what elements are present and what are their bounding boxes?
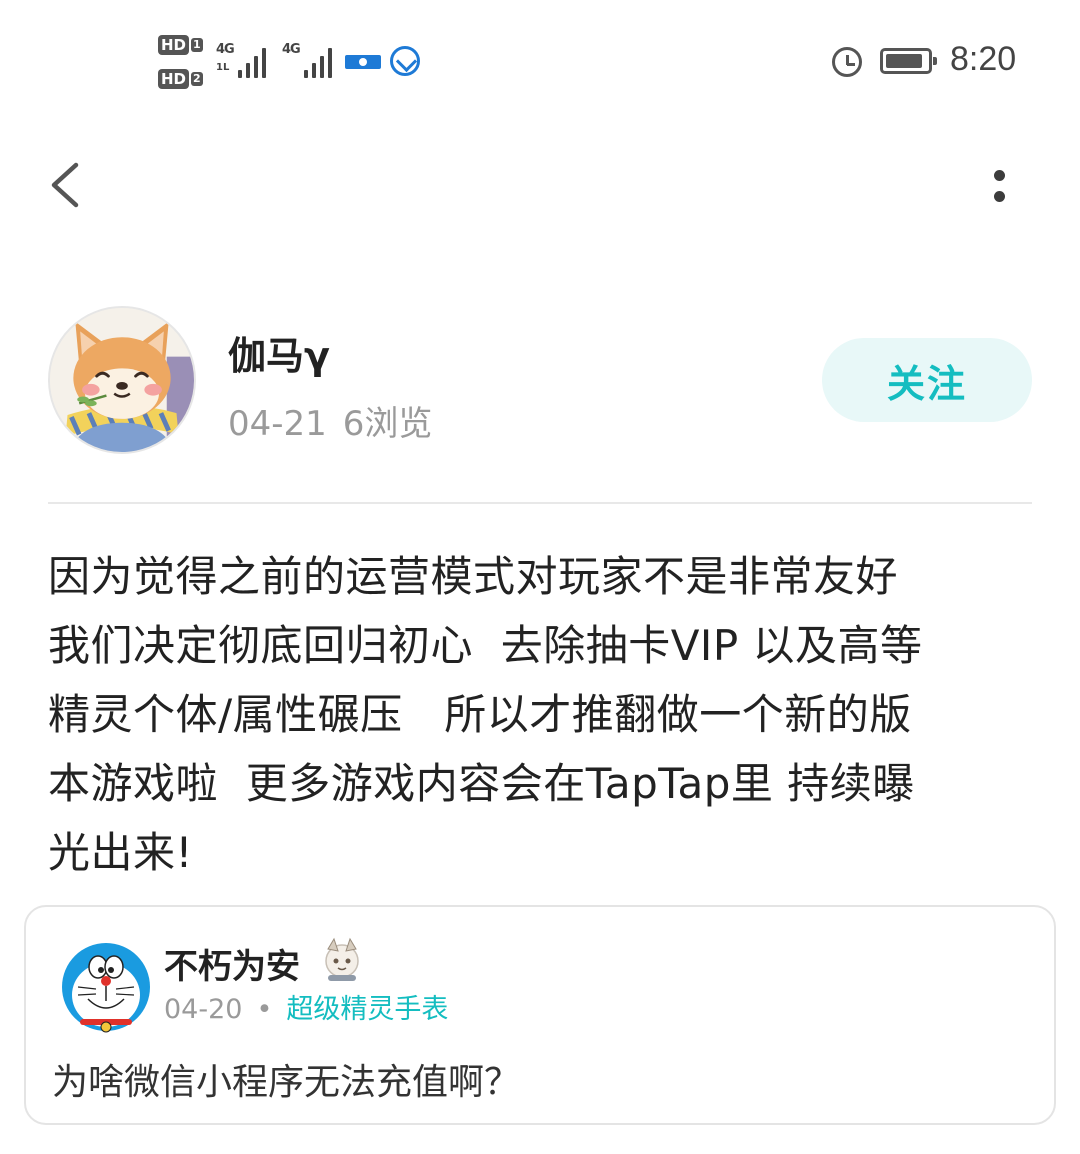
hd-sim1-number: 1: [191, 38, 203, 52]
more-vertical-icon: [994, 170, 1005, 181]
back-button[interactable]: [40, 155, 100, 215]
comment-text: 为啥微信小程序无法充值啊？: [52, 1062, 521, 1103]
commenter-name[interactable]: 不朽为安: [164, 939, 300, 988]
more-options-button[interactable]: [980, 160, 1020, 216]
follow-button[interactable]: 关注: [822, 338, 1032, 422]
header-divider: [48, 502, 1032, 504]
author-avatar[interactable]: [48, 306, 196, 454]
doraemon-avatar-image: [56, 937, 156, 1037]
alarm-icon: [832, 47, 862, 77]
sync-icon: [390, 46, 420, 76]
post-meta: 04-21 6浏览: [228, 396, 432, 445]
network-type-sim2: 4G: [282, 42, 301, 57]
hd-sim2-icon: HD 2: [158, 68, 203, 90]
commenter-avatar[interactable]: [56, 937, 156, 1037]
author-name[interactable]: 伽马γ: [228, 325, 330, 380]
signal-sim2-icon: 4G: [282, 40, 342, 80]
hd-voice-indicators: HD 1 HD 2: [158, 34, 206, 92]
hd-sim2-label: HD: [158, 69, 190, 89]
status-bar: HD 1 HD 2 4G 1L 4G 8:20: [0, 0, 1080, 120]
meta-separator: •: [256, 994, 273, 1025]
shiba-avatar-image: [50, 308, 194, 452]
post-date: 04-21: [228, 404, 327, 444]
chevron-left-icon: [51, 162, 79, 208]
network-type-sim1: 4G: [216, 42, 235, 57]
game-character-badge-icon: [318, 935, 366, 983]
reply-card[interactable]: 不朽为安 04-20 • 超级精灵手表 为啥微信小程序无法充值啊？: [24, 905, 1056, 1125]
post-views: 6浏览: [342, 404, 433, 444]
comment-device[interactable]: 超级精灵手表: [286, 994, 448, 1025]
data-transfer-icon: [345, 55, 381, 69]
battery-level-fill: [886, 54, 922, 68]
comment-meta: 04-20 • 超级精灵手表: [164, 987, 448, 1026]
signal-sim1-icon: 4G 1L: [216, 40, 276, 80]
battery-icon: [880, 48, 937, 74]
status-time: 8:20: [950, 40, 1017, 78]
hd-sim2-number: 2: [191, 72, 203, 86]
hd-sim1-label: HD: [158, 35, 190, 55]
network-sub-sim1: 1L: [216, 62, 230, 73]
post-body-text: 因为觉得之前的运营模式对玩家不是非常友好 我们决定彻底回归初心 去除抽卡VIP …: [48, 552, 923, 877]
comment-date: 04-20: [164, 994, 243, 1025]
hd-sim1-icon: HD 1: [158, 34, 203, 56]
